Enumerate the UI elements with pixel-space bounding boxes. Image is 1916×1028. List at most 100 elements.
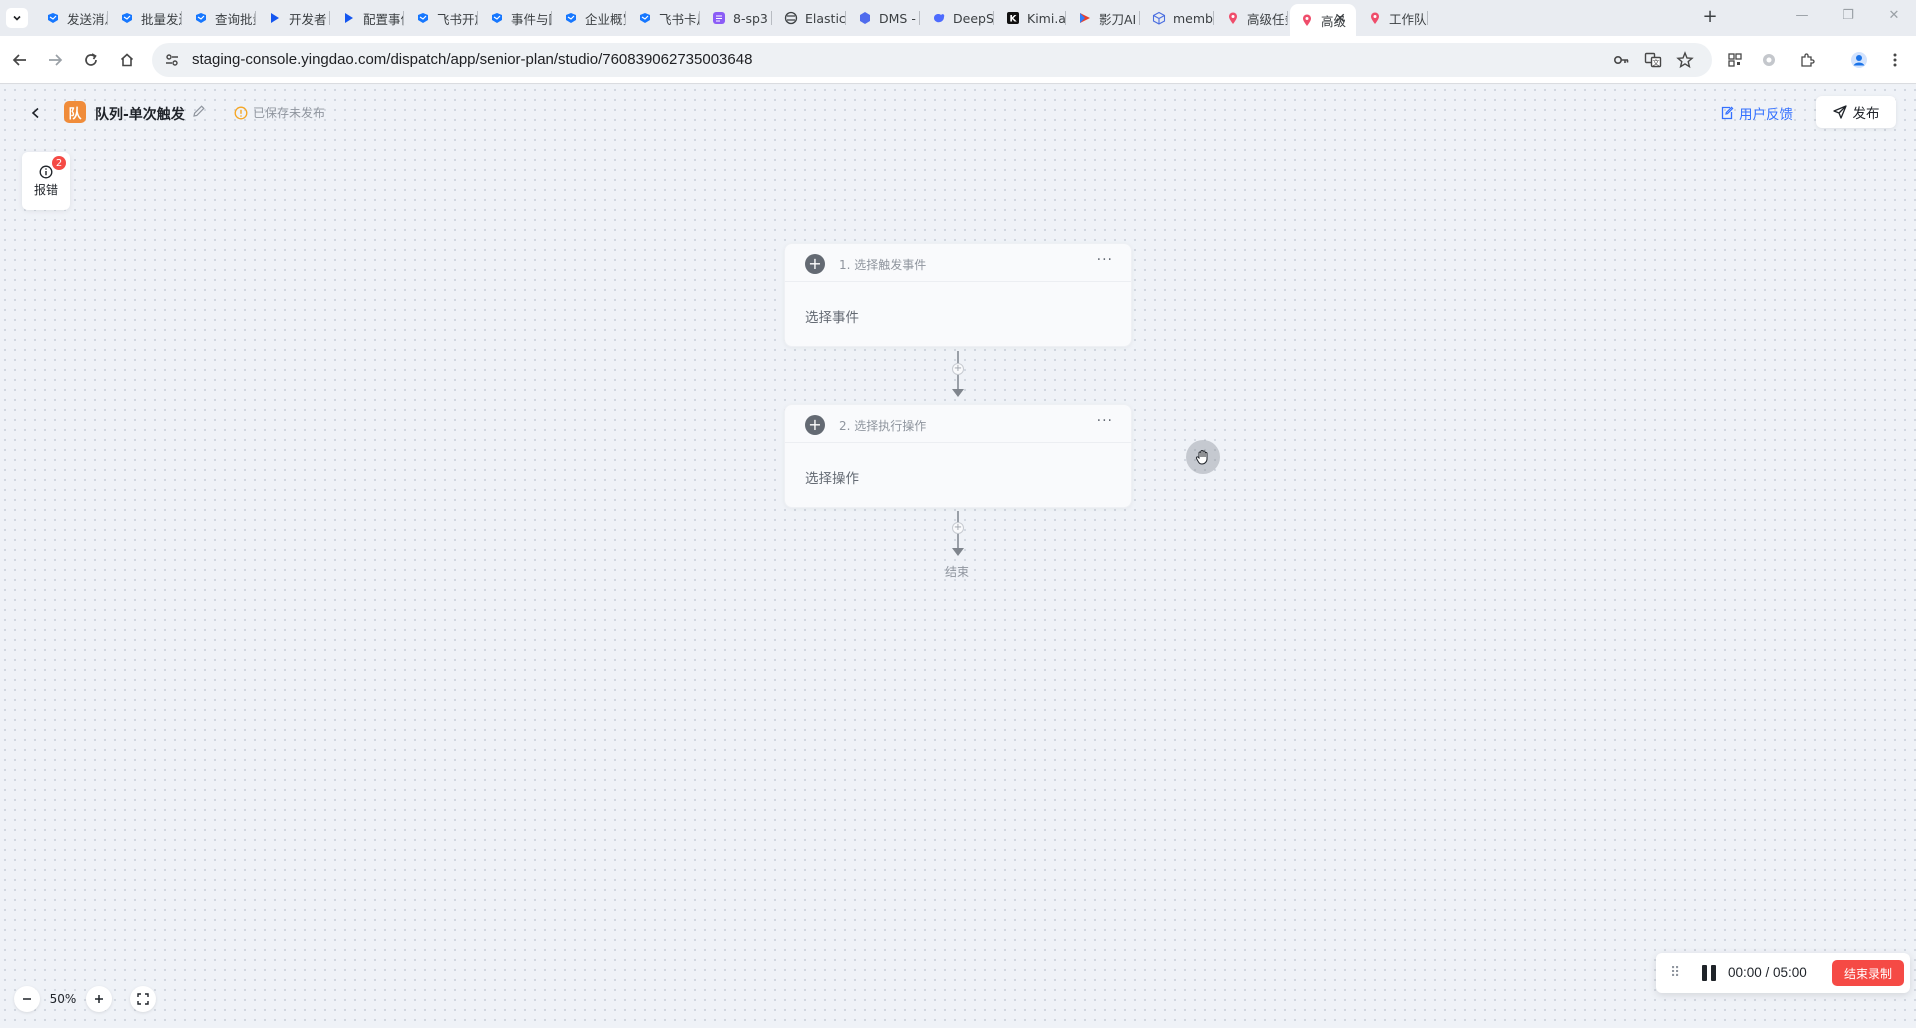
flow-step-trigger[interactable]: + 1. 选择触发事件 ··· 选择事件 — [784, 243, 1132, 347]
minimize-button[interactable]: — — [1792, 8, 1812, 23]
password-key-icon[interactable] — [1612, 51, 1630, 69]
step-placeholder[interactable]: 选择操作 — [805, 467, 859, 487]
browser-toolbar: staging-console.yingdao.com/dispatch/app… — [0, 36, 1916, 84]
more-options-icon[interactable]: ··· — [1097, 252, 1113, 268]
browser-tab[interactable]: 影刀AI — [1068, 4, 1140, 32]
tab-title: DMS - — [879, 10, 916, 26]
step-placeholder[interactable]: 选择事件 — [805, 306, 859, 326]
browser-tab[interactable]: 高级 ✕ — [1290, 4, 1356, 36]
feedback-label: 用户反馈 — [1739, 107, 1793, 123]
browser-tab[interactable]: 企业概览 — [554, 4, 626, 32]
workflow-canvas[interactable]: 队 队列-单次触发 已保存未发布 用户反馈 发布 2 报错 + 1. 选择触发事… — [0, 85, 1916, 1028]
bookmark-star-icon[interactable] — [1676, 51, 1694, 69]
tab-title: 高级任务 — [1247, 11, 1288, 27]
step-title: 1. 选择触发事件 — [839, 258, 927, 272]
omnibox[interactable]: staging-console.yingdao.com/dispatch/app… — [152, 43, 1712, 77]
browser-tab[interactable]: 飞书开放 — [406, 4, 478, 32]
plus-circle-icon[interactable]: + — [805, 415, 825, 435]
flow-end-label: 结束 — [945, 565, 970, 579]
tab-title: 查询批量 — [215, 11, 256, 27]
location-pin-icon — [1300, 13, 1314, 27]
plus-circle-icon[interactable]: + — [805, 254, 825, 274]
back-button[interactable] — [26, 103, 46, 123]
feishu-icon — [342, 11, 356, 25]
browser-tab[interactable]: 事件与回 — [480, 4, 552, 32]
recording-time: 00:00 / 05:00 — [1728, 965, 1807, 980]
browser-tab[interactable]: 高级任务 — [1216, 4, 1288, 32]
forward-button[interactable] — [44, 49, 66, 71]
browser-tab-bar: 发送消息 批量发送 查询批量 开发者 配置事件 飞书开放 事件与回 企业概览 飞书卡片 8-sp3… — [0, 0, 1916, 36]
svg-text:文: 文 — [1653, 58, 1660, 67]
zoom-in-button[interactable] — [86, 986, 112, 1012]
browser-tab[interactable]: 飞书卡片 — [628, 4, 700, 32]
page-title: 队列-单次触发 — [95, 107, 185, 123]
publish-button[interactable]: 发布 — [1816, 96, 1896, 128]
qr-code-icon[interactable] — [1724, 49, 1746, 71]
chevron-left-icon — [31, 107, 39, 119]
profile-avatar-icon[interactable] — [1848, 49, 1870, 71]
dms-icon — [858, 11, 872, 25]
extension-circle-icon[interactable] — [1758, 49, 1780, 71]
tab-search-button[interactable] — [6, 8, 28, 28]
browser-tab[interactable]: 工作队列 — [1358, 4, 1428, 32]
home-button[interactable] — [116, 49, 138, 71]
close-window-button[interactable]: ✕ — [1884, 8, 1904, 23]
translate-icon[interactable]: 文 — [1644, 51, 1662, 69]
tab-title: 配置事件 — [363, 11, 404, 27]
insert-step-button[interactable]: + — [952, 522, 964, 534]
extensions-puzzle-icon[interactable] — [1796, 49, 1818, 71]
url-text[interactable]: staging-console.yingdao.com/dispatch/app… — [192, 51, 752, 68]
close-tab-icon[interactable]: ✕ — [1334, 11, 1346, 27]
browser-tab[interactable]: 配置事件 — [332, 4, 404, 32]
flow-step-action[interactable]: + 2. 选择执行操作 ··· 选择操作 — [784, 404, 1132, 508]
browser-tab[interactable]: 8-sp3 — [702, 4, 772, 32]
app-logo: 队 — [64, 101, 86, 123]
edit-title-button[interactable] — [192, 104, 208, 120]
restore-button[interactable]: ❐ — [1838, 8, 1858, 23]
save-status-text: 已保存未发布 — [253, 106, 326, 120]
tab-title: 事件与回 — [511, 11, 552, 27]
arrow-down-icon — [952, 548, 964, 556]
fit-view-button[interactable] — [130, 986, 156, 1012]
site-info-icon[interactable] — [164, 52, 180, 72]
feedback-link[interactable]: 用户反馈 — [1720, 103, 1793, 123]
back-button[interactable] — [9, 49, 31, 71]
browser-tab[interactable]: 批量发送 — [110, 4, 182, 32]
browser-tab[interactable]: 查询批量 — [184, 4, 256, 32]
insert-step-button[interactable]: + — [952, 363, 964, 375]
browser-tab[interactable]: 开发者 — [258, 4, 330, 32]
tab-title: 发送消息 — [67, 11, 108, 27]
browser-tab[interactable]: member — [1142, 4, 1214, 32]
yingdao-ai-icon — [1078, 11, 1092, 25]
kimi-icon: K — [1006, 11, 1020, 25]
browser-tab[interactable]: Elastic — [774, 4, 846, 32]
error-panel-label: 报错 — [33, 182, 58, 197]
browser-menu-icon[interactable] — [1884, 49, 1906, 71]
cube-icon — [1152, 11, 1166, 25]
tab-title: 8-sp3 — [733, 10, 768, 26]
tab-title: 飞书开放 — [437, 11, 478, 27]
browser-tab[interactable]: DeepSeek — [922, 4, 994, 32]
deepseek-icon — [932, 11, 946, 25]
drag-handle-icon[interactable]: ⠿ — [1670, 965, 1680, 981]
pause-button[interactable] — [1700, 964, 1718, 982]
doc-icon — [712, 11, 726, 25]
browser-tab[interactable]: DMS - — [848, 4, 920, 32]
minus-icon — [23, 998, 31, 1000]
error-panel-button[interactable]: 2 报错 — [22, 152, 70, 210]
home-icon — [120, 53, 134, 67]
zoom-out-button[interactable] — [14, 986, 40, 1012]
arrow-down-icon — [952, 389, 964, 397]
new-tab-button[interactable]: + — [1700, 8, 1720, 28]
location-pin-icon — [1368, 11, 1382, 25]
tab-title: member — [1173, 10, 1214, 26]
arrow-right-icon — [49, 54, 63, 66]
browser-tab[interactable]: K Kimi.ai — [996, 4, 1066, 32]
more-options-icon[interactable]: ··· — [1097, 413, 1113, 429]
error-count-badge: 2 — [52, 156, 66, 170]
stop-recording-button[interactable]: 结束录制 — [1832, 960, 1904, 986]
zoom-level: 50% — [49, 992, 77, 1006]
reload-button[interactable] — [80, 49, 102, 71]
yingdao-icon — [490, 11, 504, 25]
browser-tab[interactable]: 发送消息 — [36, 4, 108, 32]
